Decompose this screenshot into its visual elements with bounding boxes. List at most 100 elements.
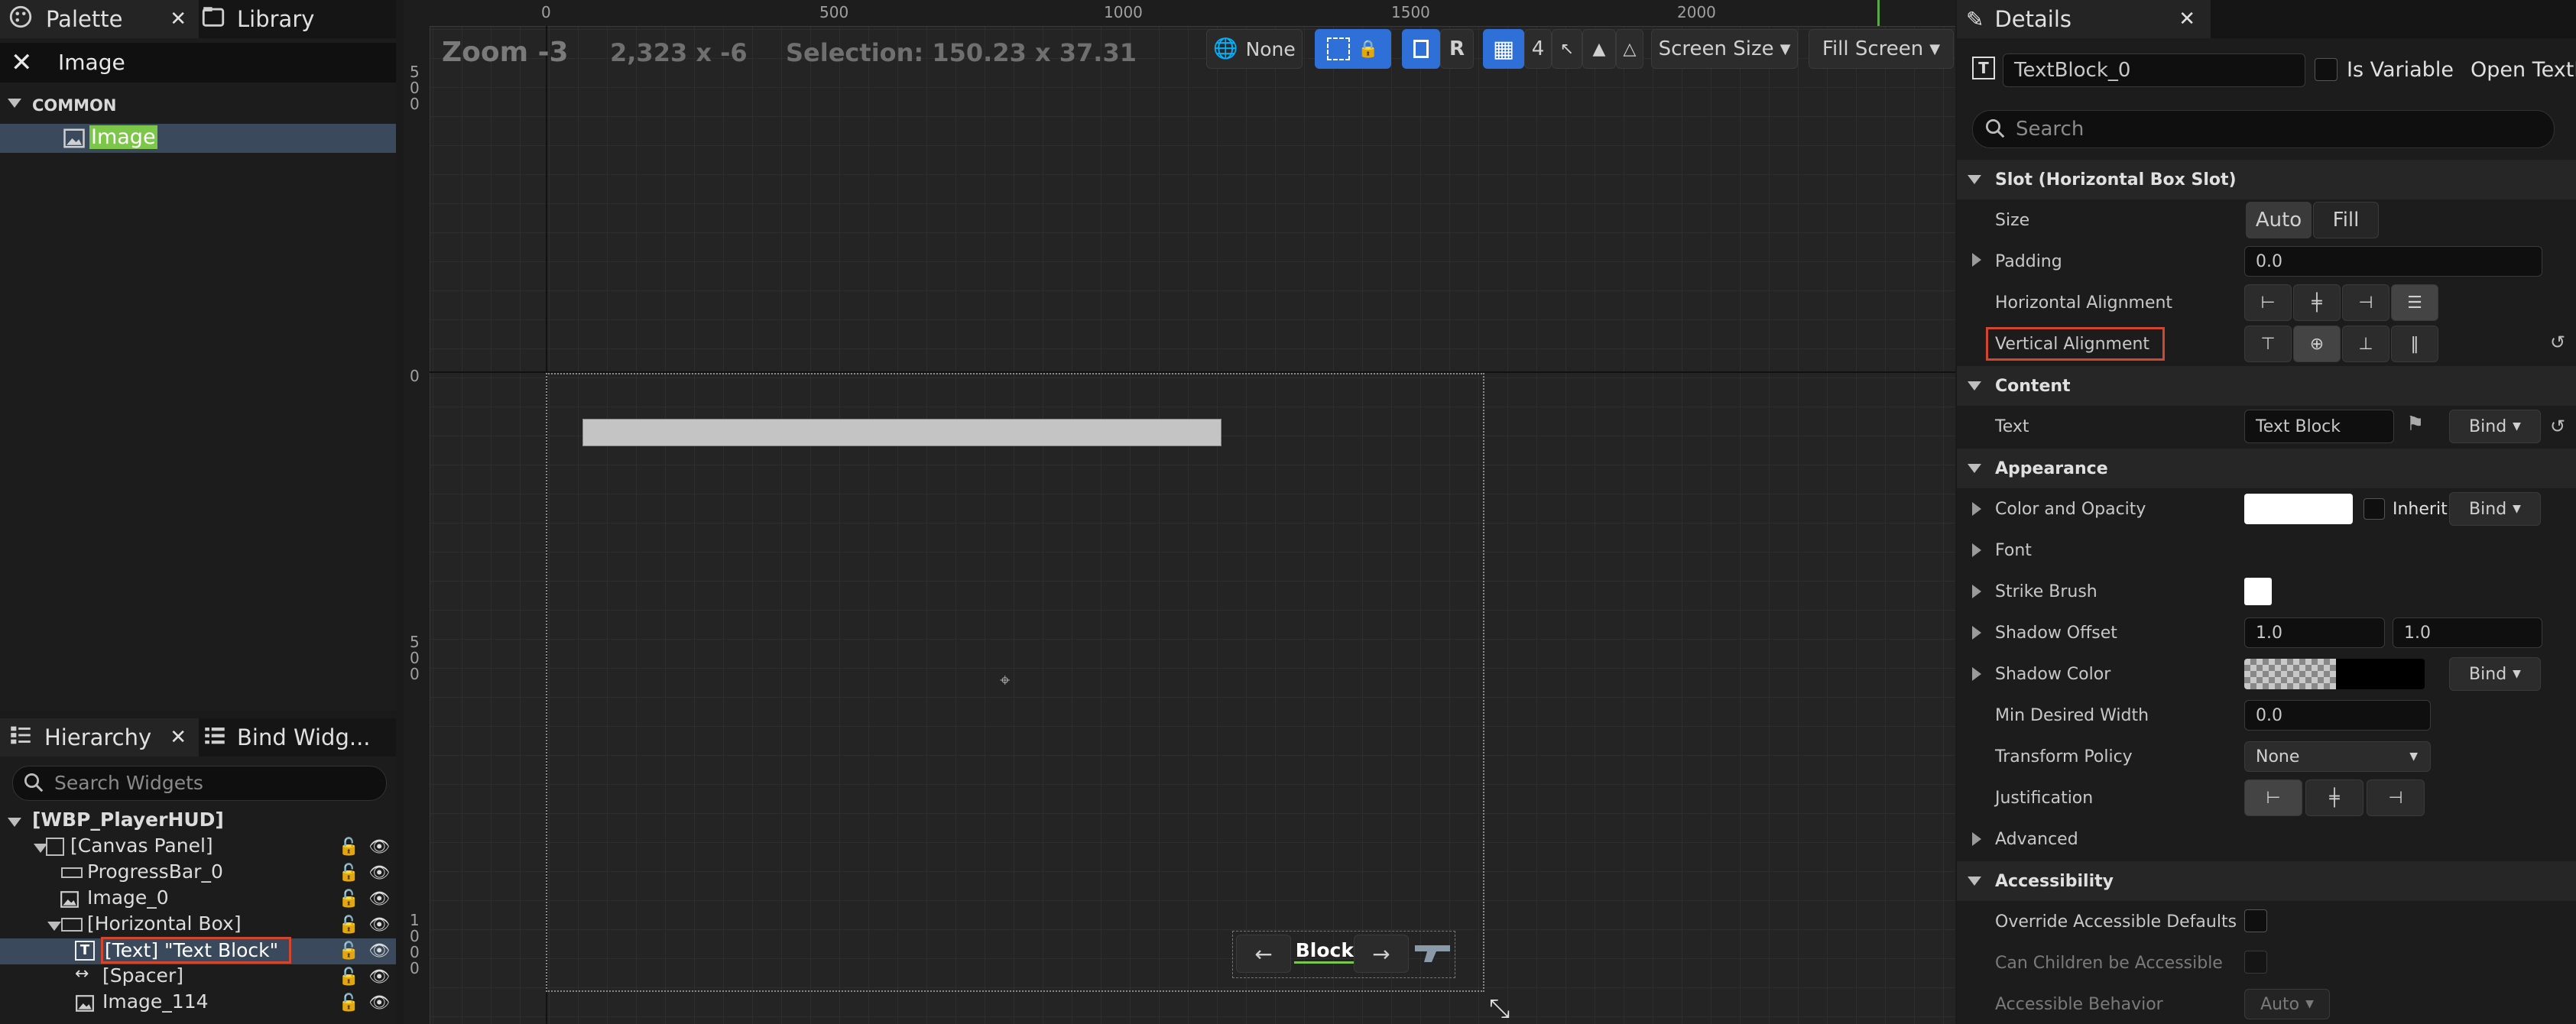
designer-viewport[interactable]: 0 500 1000 1500 2000 500 0 500 1000 Zoom… [404, 0, 1955, 1024]
close-icon[interactable]: ✕ [170, 726, 187, 749]
expand-icon[interactable] [1972, 502, 1981, 516]
transform-policy-dropdown[interactable]: None ▼ [2244, 741, 2431, 772]
halign-right-button[interactable]: ⊣ [2342, 284, 2389, 321]
search-widgets-input[interactable]: Search Widgets [54, 772, 203, 794]
lock-icon[interactable]: 🔓 [339, 864, 359, 883]
details-search-input[interactable]: Search [2016, 118, 2084, 141]
expand-icon[interactable] [1972, 585, 1981, 598]
eye-icon[interactable]: 👁 [368, 967, 390, 987]
collapse-icon[interactable] [1968, 877, 1981, 886]
background-button[interactable]: ▲ [1582, 29, 1616, 69]
override-accessible-checkbox[interactable] [2244, 909, 2267, 932]
hierarchy-search[interactable]: Search Widgets [12, 766, 387, 801]
close-icon[interactable]: ✕ [2179, 8, 2195, 31]
details-search[interactable]: Search [1972, 110, 2555, 148]
shadow-offset-y-field[interactable]: 1.0 [2393, 617, 2542, 648]
move-left-button[interactable]: ← [1236, 935, 1291, 973]
eye-icon[interactable]: 👁 [368, 993, 390, 1013]
shadow-color-swatch[interactable] [2244, 659, 2425, 689]
tab-hierarchy[interactable]: Hierarchy ✕ [0, 718, 199, 757]
reset-icon[interactable]: ↺ [2550, 332, 2565, 353]
tab-library[interactable]: Library [200, 0, 391, 38]
color-swatch[interactable] [2244, 494, 2353, 524]
cursor-tool-button[interactable]: ↖ [1552, 29, 1582, 69]
tab-details[interactable]: ✎ Details ✕ [1957, 0, 2211, 38]
eye-icon[interactable]: 👁 [368, 838, 390, 857]
tree-row-root[interactable]: [WBP_PlayerHUD] [0, 809, 396, 834]
section-appearance[interactable]: Appearance [1957, 449, 2576, 488]
expand-icon[interactable] [47, 922, 61, 931]
is-variable-checkbox[interactable] [2315, 58, 2338, 81]
layout-mode-button[interactable] [1402, 29, 1440, 69]
text-value-field[interactable]: Text Block [2244, 410, 2394, 443]
weapon-image-icon[interactable] [1413, 941, 1453, 964]
resize-handle-icon[interactable]: ⤡ [1489, 993, 1510, 1024]
tree-row-spacer[interactable]: ↔ [Spacer] 🔓 👁 [0, 964, 396, 990]
size-auto-button[interactable]: Auto [2246, 202, 2312, 238]
lock-icon[interactable]: 🔓 [339, 915, 359, 935]
localization-button[interactable]: 🌐 None [1206, 29, 1303, 69]
tab-bind-widgets[interactable]: Bind Widg... [202, 718, 393, 757]
justify-right-button[interactable]: ⊣ [2367, 779, 2425, 816]
tree-row-image-0[interactable]: Image_0 🔓 👁 [0, 886, 396, 912]
palette-category-common[interactable]: COMMON [0, 93, 396, 119]
inherit-checkbox[interactable] [2363, 498, 2385, 520]
expand-icon[interactable] [8, 99, 21, 108]
justify-left-button[interactable]: ⊢ [2244, 779, 2302, 816]
size-fill-button[interactable]: Fill [2313, 202, 2379, 238]
move-right-button[interactable]: → [1354, 935, 1409, 973]
children-accessible-checkbox[interactable] [2244, 951, 2267, 974]
palette-item-image[interactable]: Image [0, 124, 396, 153]
valign-fill-button[interactable]: ‖ [2391, 326, 2438, 362]
lock-icon[interactable]: 🔓 [339, 967, 359, 987]
lock-icon[interactable]: 🔓 [339, 941, 359, 961]
eye-icon[interactable]: 👁 [368, 941, 390, 961]
lock-mode-button[interactable]: 🔒 [1315, 29, 1391, 69]
eye-icon[interactable]: 👁 [368, 890, 390, 909]
eye-icon[interactable]: 👁 [368, 864, 390, 883]
respect-locks-button[interactable]: R [1440, 29, 1474, 69]
expand-icon[interactable] [1972, 543, 1981, 557]
collapse-icon[interactable] [1968, 464, 1981, 473]
canvas-frame[interactable] [546, 373, 1484, 992]
valign-center-button[interactable]: ⊕ [2293, 326, 2341, 362]
justify-center-button[interactable]: ╪ [2305, 779, 2363, 816]
expand-icon[interactable] [1972, 626, 1981, 640]
text-block-preview[interactable]: xt Block [1294, 939, 1354, 964]
grid-snap-button[interactable]: ▦ [1483, 29, 1524, 69]
close-icon[interactable]: ✕ [170, 8, 187, 31]
lock-icon[interactable]: 🔓 [339, 993, 359, 1013]
horizontal-box-widget[interactable]: ← xt Block → [1232, 931, 1455, 978]
reset-icon[interactable]: ↺ [2550, 416, 2565, 437]
screen-size-dropdown[interactable]: Screen Size ▼ [1651, 29, 1798, 69]
expand-icon[interactable] [1972, 667, 1981, 681]
halign-center-button[interactable]: ╪ [2293, 284, 2341, 321]
lock-icon[interactable]: 🔓 [339, 838, 359, 857]
palette-search[interactable]: ✕ Image [0, 43, 396, 83]
tab-palette[interactable]: Palette ✕ [0, 0, 199, 38]
open-textblock-link[interactable]: Open TextB [2471, 58, 2576, 82]
progress-bar-widget[interactable] [582, 419, 1221, 446]
min-width-field[interactable]: 0.0 [2244, 700, 2431, 731]
section-content[interactable]: Content [1957, 366, 2576, 406]
lock-icon[interactable]: 🔓 [339, 890, 359, 909]
tree-row-image-114[interactable]: Image_114 🔓 👁 [0, 990, 396, 1016]
shadow-bind-button[interactable]: Bind ▼ [2449, 657, 2541, 691]
halign-fill-button[interactable]: ☰ [2391, 284, 2438, 321]
collapse-icon[interactable] [1968, 175, 1981, 184]
tree-row-progressbar[interactable]: ProgressBar_0 🔓 👁 [0, 860, 396, 886]
grid-size-button[interactable]: 4 [1524, 29, 1552, 69]
expand-icon[interactable] [1972, 832, 1981, 846]
accessible-behavior-dropdown[interactable]: Auto ▼ [2244, 989, 2330, 1019]
text-bind-button[interactable]: Bind ▼ [2449, 410, 2541, 443]
fill-screen-dropdown[interactable]: Fill Screen ▼ [1809, 29, 1954, 69]
collapse-icon[interactable] [1968, 381, 1981, 390]
section-accessibility[interactable]: Accessibility [1957, 861, 2576, 901]
clear-search-icon[interactable]: ✕ [11, 47, 33, 78]
shadow-offset-x-field[interactable]: 1.0 [2244, 617, 2385, 648]
expand-icon[interactable] [8, 818, 21, 827]
halign-left-button[interactable]: ⊢ [2244, 284, 2292, 321]
strike-brush-swatch[interactable] [2244, 578, 2272, 605]
eye-icon[interactable]: 👁 [368, 915, 390, 935]
valign-top-button[interactable]: ⊤ [2244, 326, 2292, 362]
